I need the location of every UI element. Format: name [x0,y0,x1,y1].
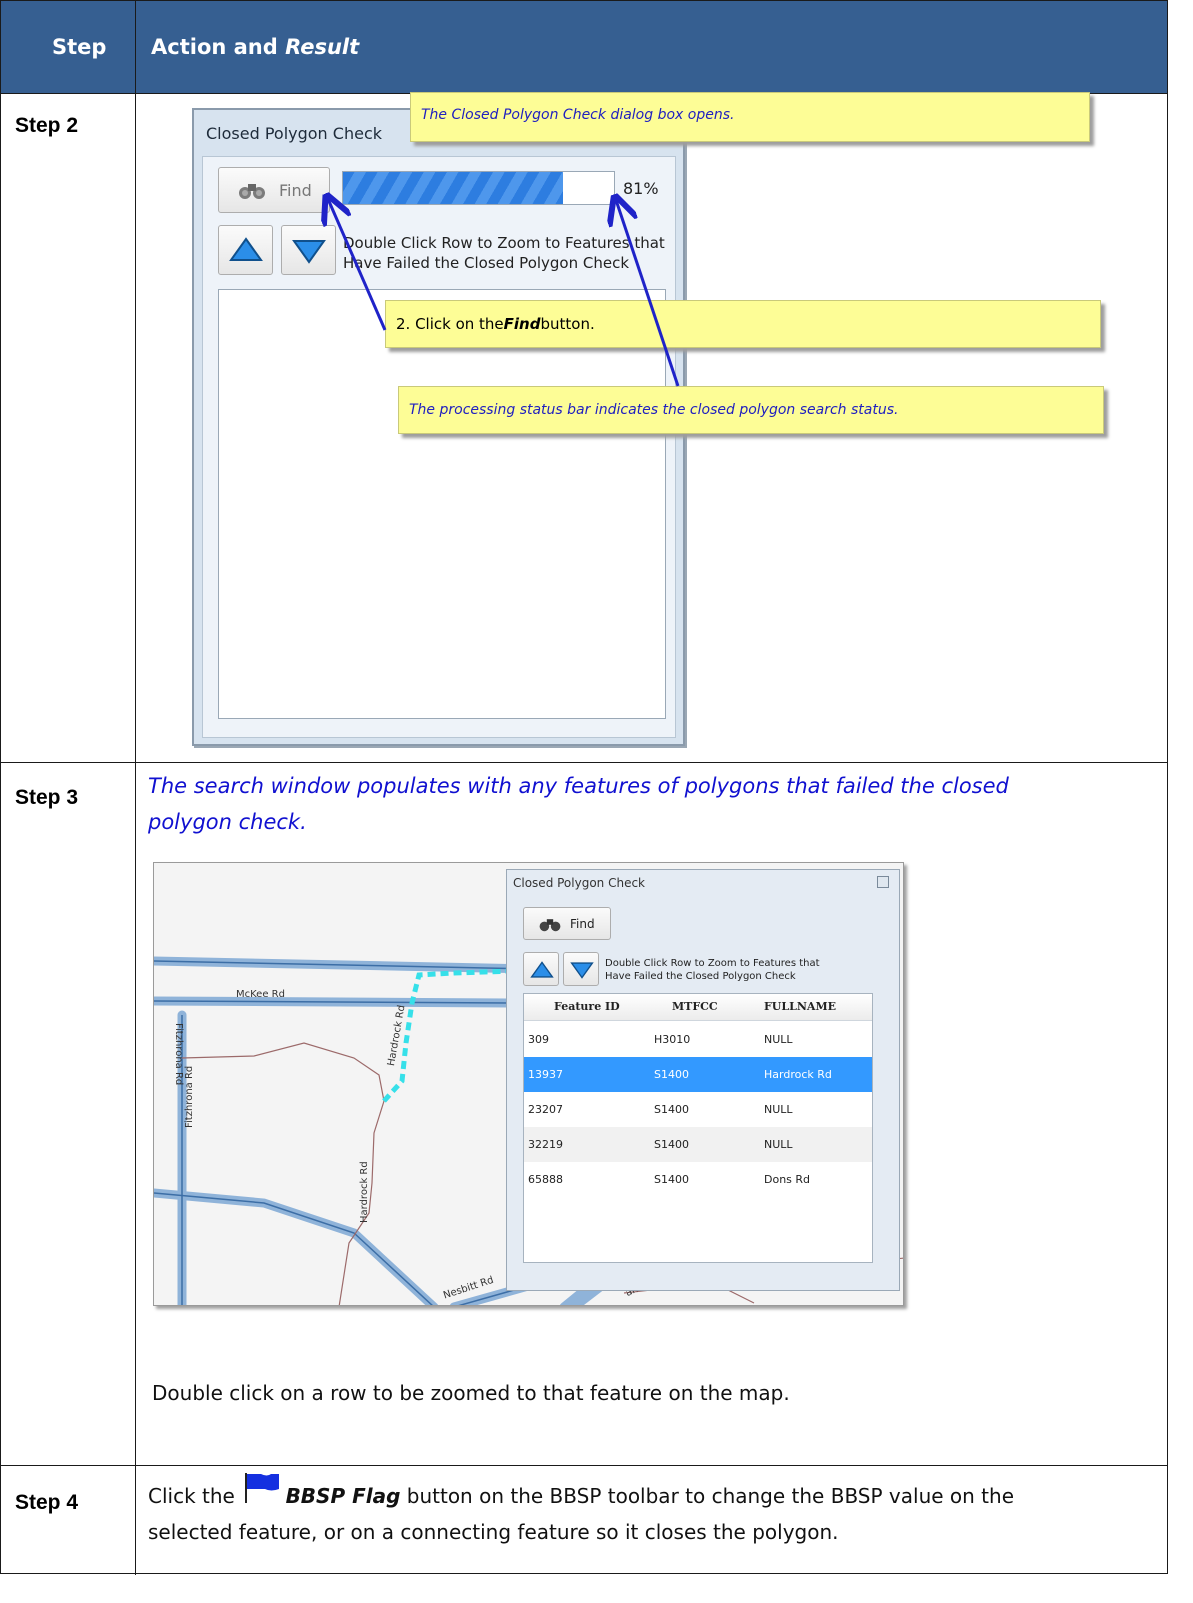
close-icon[interactable] [877,876,889,888]
dialog-title: Closed Polygon Check [513,876,645,890]
map-screenshot: McKee Rd Fitzhrona Rd Fitzhrona Rd Hardr… [153,862,904,1306]
move-up-button[interactable] [523,952,559,986]
bbsp-flag-icon [241,1473,280,1507]
table-row[interactable]: 23207 S1400 NULL [524,1092,872,1127]
closed-polygon-dialog-populated: Closed Polygon Check Find Double Click R… [506,869,900,1291]
callout-arrows [0,0,680,387]
move-down-button[interactable] [563,952,599,986]
table-row[interactable]: 309 H3010 NULL [524,1022,872,1057]
zoom-hint: Double Click Row to Zoom to Features tha… [605,958,820,982]
step3-caption: The search window populates with any fea… [148,774,1009,834]
step3-label: Step 3 [15,786,79,809]
table-row[interactable]: 32219 S1400 NULL [524,1127,872,1162]
column-header[interactable]: Feature ID [554,1000,620,1013]
step4-label: Step 4 [15,1491,79,1514]
column-header[interactable]: FULLNAME [764,1000,836,1013]
find-button-label: Find [570,917,595,931]
row-divider [1,762,1167,763]
row-divider [1,1465,1167,1466]
map-label-fitzhrona: Fitzhrona Rd [173,1023,184,1086]
arrow-to-find [328,199,387,331]
results-grid[interactable]: Feature ID MTFCC FULLNAME 309 H3010 NULL… [523,993,873,1263]
step4-text: Click the BBSP Flag button on the BBSP t… [148,1473,1014,1550]
step3-note: Double click on a row to be zoomed to th… [152,1381,790,1405]
grid-header: Feature ID MTFCC FULLNAME [524,994,872,1021]
find-button[interactable]: Find [523,907,611,940]
table-row[interactable]: 13937 S1400 Hardrock Rd [524,1057,872,1092]
triangle-down-icon [570,961,594,984]
map-label-mckee: McKee Rd [236,989,285,1000]
arrow-to-progress [616,200,680,387]
map-label-hardrock: Hardrock Rd [359,1161,370,1223]
binoculars-icon [538,916,562,937]
column-header[interactable]: MTFCC [672,1000,718,1013]
triangle-up-icon [530,961,554,984]
map-label-fitzhrona: Fitzhrona Rd [184,1065,195,1128]
table-row[interactable]: 65888 S1400 Dons Rd [524,1162,872,1197]
